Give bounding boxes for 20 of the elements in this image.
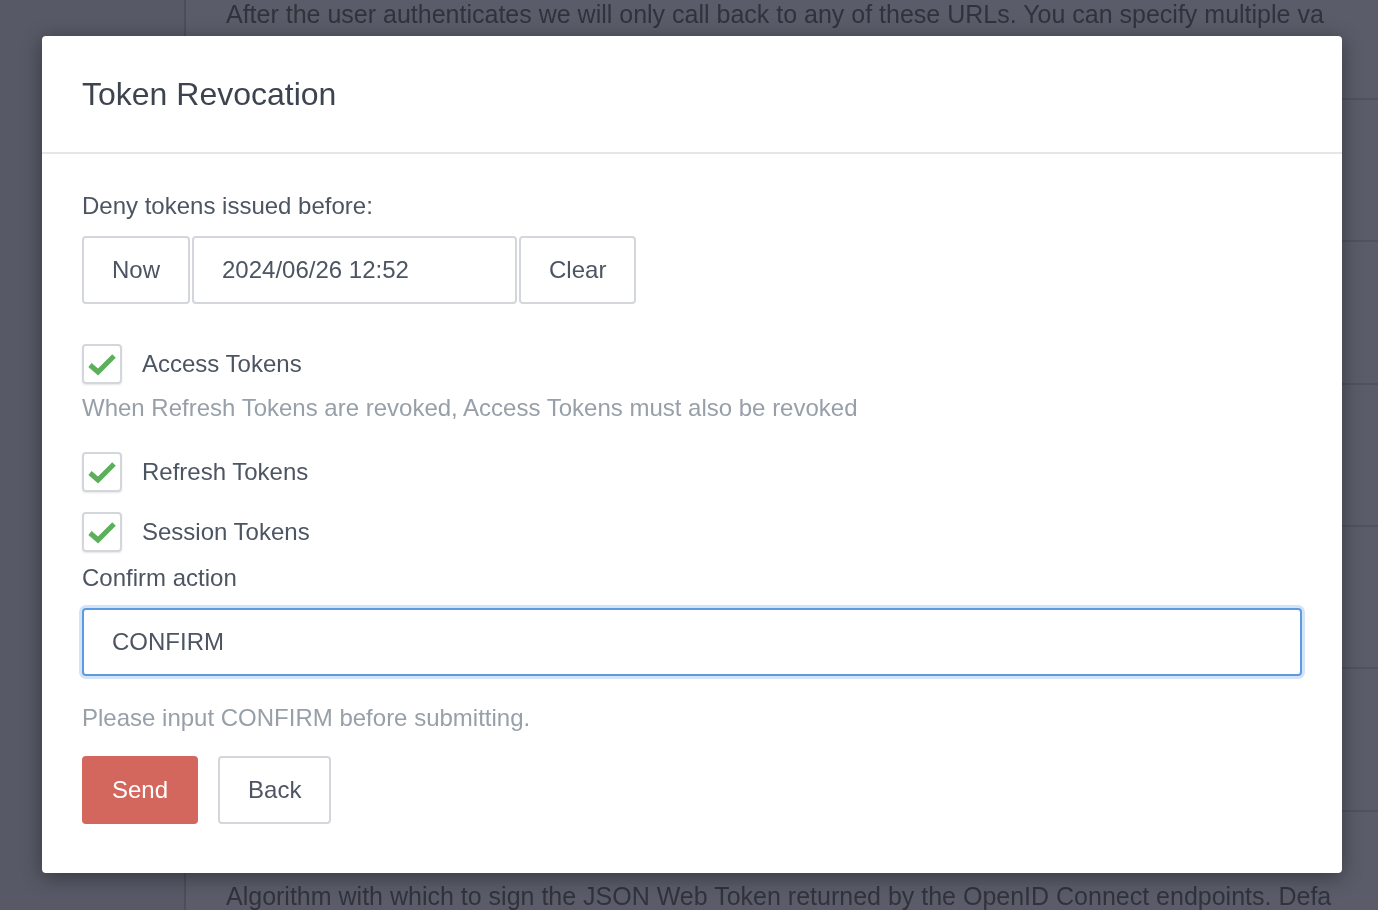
check-icon [87,460,117,484]
checkbox[interactable] [82,512,122,552]
checkbox[interactable] [82,452,122,492]
check-icon [87,520,117,544]
check-icon [87,352,117,376]
confirm-label: Confirm action [82,564,238,592]
date-field[interactable]: 2024/06/26 12:52 [192,236,517,304]
confirm-field[interactable]: CONFIRM [82,608,1302,676]
dialog-title: Token Revocation [82,75,337,113]
deny-label: Deny tokens issued before: [82,192,374,220]
checkbox-label: Session Tokens [142,518,310,546]
checkbox-label: Refresh Tokens [142,458,309,486]
checkbox-label: Access Tokens [142,350,302,378]
send-button[interactable]: Send [82,756,199,824]
clear-button[interactable]: Clear [519,236,637,304]
back-button[interactable]: Back [218,756,332,824]
checkbox[interactable] [82,344,122,384]
note-text: When Refresh Tokens are revoked, Access Tokens must also be revoked [82,394,859,422]
now-button[interactable]: Now [82,236,190,304]
help-text: Please input CONFIRM before submitting. [82,704,532,732]
